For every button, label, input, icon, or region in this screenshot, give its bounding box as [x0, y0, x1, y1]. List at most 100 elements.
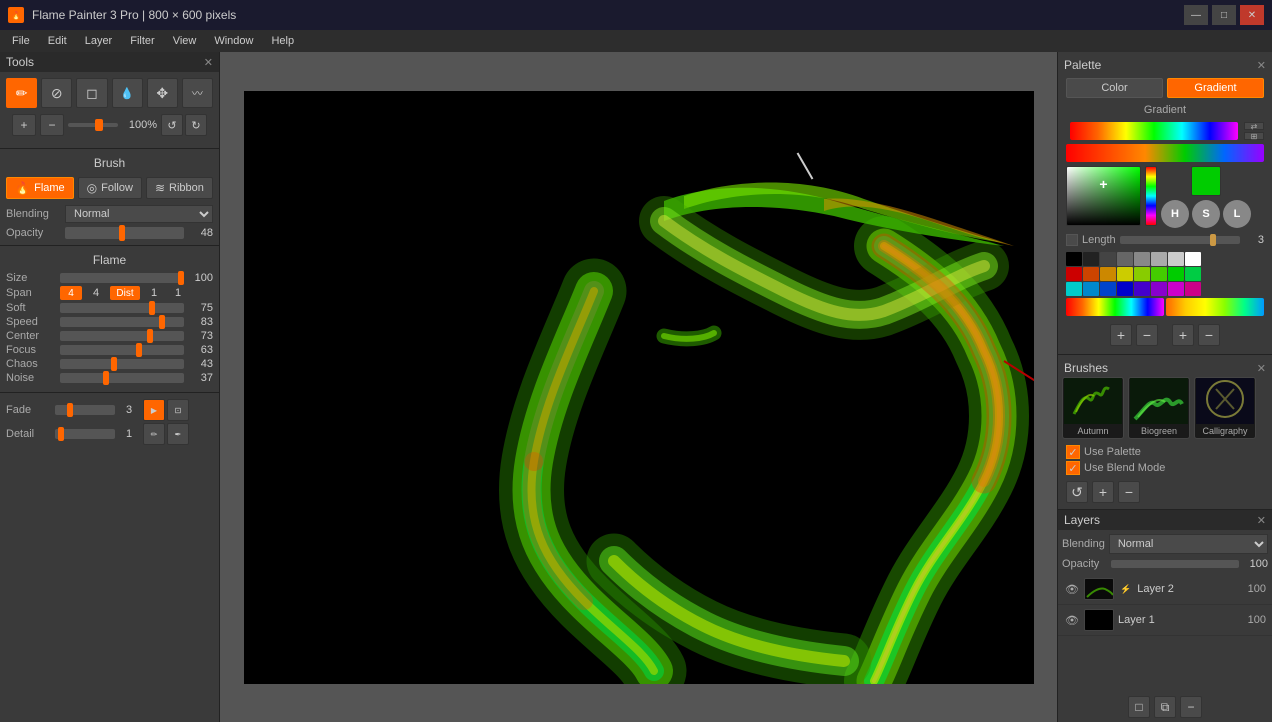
menu-view[interactable]: View	[165, 33, 205, 49]
zoom-in-button[interactable]: +	[12, 114, 36, 136]
layer-1-eye[interactable]: 👁	[1064, 612, 1080, 628]
swatch-green2[interactable]	[1168, 267, 1184, 281]
use-blend-checkbox[interactable]: ✓	[1066, 461, 1080, 475]
maximize-button[interactable]: □	[1212, 5, 1236, 25]
soft-slider[interactable]	[60, 303, 184, 313]
center-slider[interactable]	[60, 331, 184, 341]
layer-dupe-button[interactable]: ⧉	[1154, 696, 1176, 718]
swatch-purple[interactable]	[1151, 282, 1167, 296]
speed-slider[interactable]	[60, 317, 184, 327]
menu-filter[interactable]: Filter	[122, 33, 162, 49]
swatch-add-button[interactable]: +	[1110, 324, 1132, 346]
palette-gradient-tab[interactable]: Gradient	[1167, 78, 1264, 98]
hsl-h-button[interactable]: H	[1161, 200, 1189, 228]
minimize-button[interactable]: —	[1184, 5, 1208, 25]
layers-opacity-slider[interactable]	[1111, 560, 1239, 568]
layers-blend-select[interactable]: Normal Multiply Screen Overlay	[1109, 534, 1268, 554]
warm-gradient-swatch[interactable]	[1166, 298, 1264, 316]
tool-wave-button[interactable]: 〰	[182, 78, 213, 108]
noise-slider[interactable]	[60, 373, 184, 383]
canvas-area[interactable]	[220, 52, 1057, 722]
fade-slider[interactable]	[55, 405, 115, 415]
detail-slider[interactable]	[55, 429, 115, 439]
focus-slider[interactable]	[60, 345, 184, 355]
swatch-orange[interactable]	[1083, 267, 1099, 281]
swatch-add2-button[interactable]: +	[1172, 324, 1194, 346]
layer-delete-button[interactable]: −	[1180, 696, 1202, 718]
swatch-gray5[interactable]	[1168, 252, 1184, 266]
swatch-green1[interactable]	[1151, 267, 1167, 281]
swatch-skyblue[interactable]	[1083, 282, 1099, 296]
swatch-remove2-button[interactable]: −	[1198, 324, 1220, 346]
swatch-green3[interactable]	[1185, 267, 1201, 281]
swatch-magenta[interactable]	[1168, 282, 1184, 296]
dist-box[interactable]: Dist	[110, 286, 140, 300]
brush-mode-follow-button[interactable]: ◎ Follow	[78, 177, 142, 199]
swatch-indigo[interactable]	[1134, 282, 1150, 296]
gradient-adjust-button[interactable]: ⊞	[1244, 132, 1264, 140]
swatch-white[interactable]	[1185, 252, 1201, 266]
gradient-flip-button[interactable]: ⇄	[1244, 122, 1264, 130]
brush-delete-button[interactable]: −	[1118, 481, 1140, 503]
palette-close-button[interactable]: ✕	[1257, 59, 1266, 72]
brush-mode-ribbon-button[interactable]: ≋ Ribbon	[146, 177, 213, 199]
swatch-gray1[interactable]	[1100, 252, 1116, 266]
detail-btn-1[interactable]: ✏	[143, 423, 165, 445]
chaos-slider[interactable]	[60, 359, 184, 369]
close-button[interactable]: ✕	[1240, 5, 1264, 25]
hsl-s-button[interactable]: S	[1192, 200, 1220, 228]
menu-file[interactable]: File	[4, 33, 38, 49]
swatch-red[interactable]	[1066, 267, 1082, 281]
use-palette-checkbox[interactable]: ✓	[1066, 445, 1080, 459]
swatch-remove-button[interactable]: −	[1136, 324, 1158, 346]
length-slider[interactable]	[1120, 236, 1240, 244]
painting-canvas[interactable]	[244, 91, 1034, 684]
zoom-reset-button[interactable]: ↺	[161, 114, 183, 136]
tool-eraser-button[interactable]: ◻	[76, 78, 107, 108]
swatch-cyan[interactable]	[1066, 282, 1082, 296]
brush-thumb-calligraphy[interactable]: Calligraphy	[1194, 377, 1256, 439]
length-checkbox[interactable]	[1066, 234, 1078, 246]
swatch-darkgray[interactable]	[1083, 252, 1099, 266]
tool-brush-button[interactable]: ✏	[6, 78, 37, 108]
menu-layer[interactable]: Layer	[77, 33, 121, 49]
menu-edit[interactable]: Edit	[40, 33, 75, 49]
zoom-slider[interactable]	[68, 123, 118, 127]
menu-help[interactable]: Help	[263, 33, 302, 49]
swatch-darkblue[interactable]	[1117, 282, 1133, 296]
zoom-refresh-button[interactable]: ↻	[185, 114, 207, 136]
span-box[interactable]: 4	[60, 286, 82, 300]
zoom-out-button[interactable]: −	[40, 114, 64, 136]
blending-select[interactable]: Normal Multiply Screen Overlay	[65, 205, 213, 223]
swatch-black[interactable]	[1066, 252, 1082, 266]
brush-reload-button[interactable]: ↺	[1066, 481, 1088, 503]
tools-close-button[interactable]: ✕	[204, 56, 213, 69]
tool-pen-button[interactable]: ⊘	[41, 78, 72, 108]
size-slider[interactable]	[60, 273, 184, 283]
swatch-blue[interactable]	[1100, 282, 1116, 296]
hsl-l-button[interactable]: L	[1223, 200, 1251, 228]
window-controls[interactable]: — □ ✕	[1184, 5, 1264, 25]
gradient-bar-secondary[interactable]	[1066, 144, 1264, 162]
fade-btn-1[interactable]: ▶	[143, 399, 165, 421]
fade-btn-2[interactable]: ⊡	[167, 399, 189, 421]
detail-btn-2[interactable]: ✒	[167, 423, 189, 445]
color-square[interactable]: +	[1066, 166, 1141, 226]
swatch-gray3[interactable]	[1134, 252, 1150, 266]
brush-thumb-biogreen[interactable]: Biogreen	[1128, 377, 1190, 439]
swatch-pink[interactable]	[1185, 282, 1201, 296]
brush-thumb-autumn[interactable]: Autumn	[1062, 377, 1124, 439]
layer-2-eye[interactable]: 👁	[1064, 581, 1080, 597]
gradient-bar-main[interactable]	[1070, 122, 1238, 140]
swatch-yellow[interactable]	[1117, 267, 1133, 281]
swatch-amber[interactable]	[1100, 267, 1116, 281]
brushes-close-button[interactable]: ✕	[1257, 362, 1266, 375]
swatch-lime[interactable]	[1134, 267, 1150, 281]
layer-item-2[interactable]: 👁 ⚡ Layer 2 100	[1058, 574, 1272, 605]
menu-window[interactable]: Window	[206, 33, 261, 49]
brush-add-button[interactable]: +	[1092, 481, 1114, 503]
layer-new-button[interactable]: □	[1128, 696, 1150, 718]
rainbow-gradient-swatch[interactable]	[1066, 298, 1164, 316]
swatch-gray4[interactable]	[1151, 252, 1167, 266]
tool-dropper-button[interactable]: 💧	[112, 78, 143, 108]
